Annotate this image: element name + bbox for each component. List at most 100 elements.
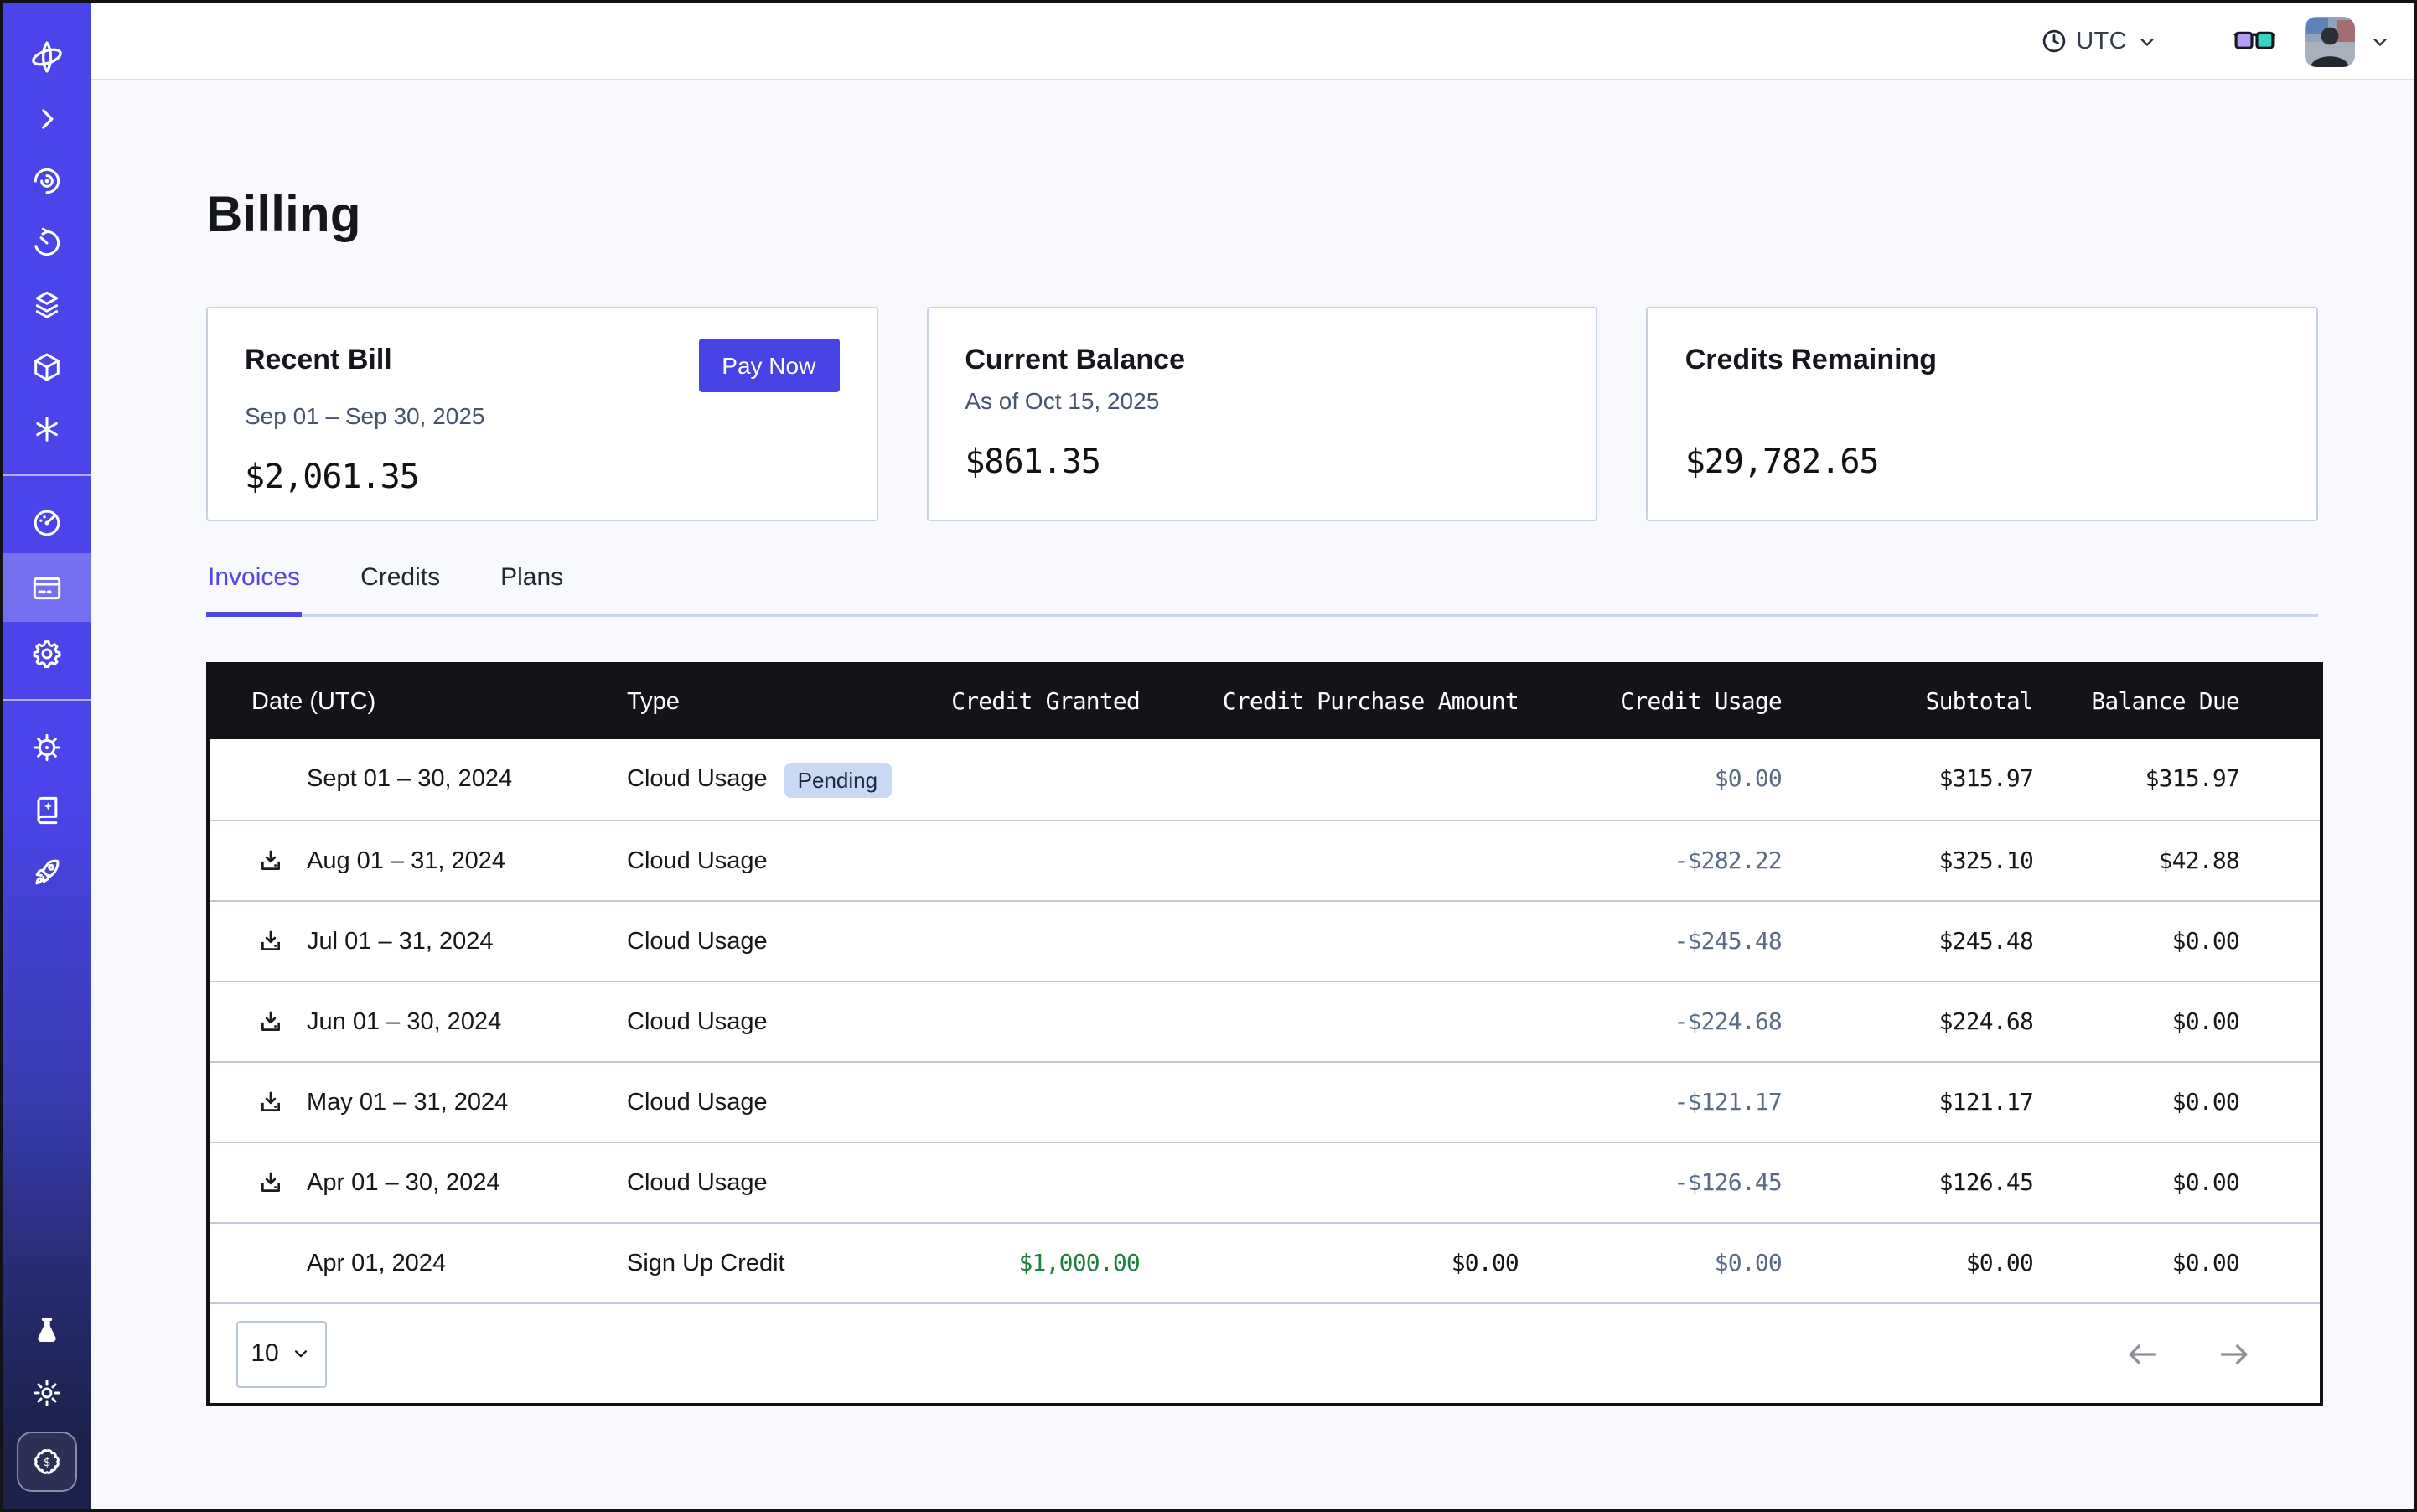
balance-due-value: $42.88 [2033, 847, 2239, 874]
chevron-down-icon[interactable] [2368, 29, 2392, 53]
page-size-select[interactable]: 10 [236, 1320, 327, 1387]
layers-icon [30, 287, 64, 321]
column-header-type: Type [627, 689, 945, 716]
subtotal-value: $325.10 [1782, 847, 2033, 874]
invoice-type-cell: Cloud Usage [627, 928, 945, 955]
chevron-right-icon [30, 101, 64, 135]
history-icon [30, 225, 64, 259]
gauge-icon [30, 505, 64, 539]
subtotal-value: $126.45 [1782, 1169, 2033, 1196]
clock-icon [2039, 27, 2068, 55]
tab-credits[interactable]: Credits [359, 563, 442, 614]
balance-due-value: $0.00 [2033, 928, 2239, 955]
column-header-subtotal: Subtotal [1782, 689, 2033, 716]
subtotal-value: $121.17 [1782, 1089, 2033, 1116]
credit-granted-value: $1,000.00 [945, 1250, 1140, 1276]
credit-usage-value: $0.00 [1519, 1250, 1782, 1276]
download-icon[interactable] [256, 1088, 285, 1116]
previous-page-button[interactable] [2124, 1335, 2161, 1372]
svg-text:$: $ [44, 1456, 51, 1469]
sidebar-item-book[interactable] [3, 778, 91, 840]
sidebar-item-history[interactable] [3, 211, 91, 273]
invoice-date: Jul 01 – 31, 2024 [307, 928, 494, 955]
subtotal-value: $224.68 [1782, 1008, 2033, 1035]
invoice-type: Cloud Usage [627, 847, 768, 874]
tab-plans[interactable]: Plans [499, 563, 565, 614]
table-row: Sept 01 – 30, 2024 Cloud UsagePending $0… [210, 739, 2320, 820]
sidebar-item-asterisk[interactable] [3, 397, 91, 459]
tab-invoices[interactable]: Invoices [206, 563, 302, 617]
column-header-balance-due: Balance Due [2033, 689, 2239, 716]
sidebar-item-cube[interactable] [3, 335, 91, 397]
invoice-date-cell: Aug 01 – 31, 2024 [210, 847, 627, 875]
sidebar-item-logo[interactable] [3, 25, 91, 87]
card-amount: $29,782.65 [1685, 441, 2280, 481]
sidebar-item-dollar-badge[interactable]: $ [17, 1432, 77, 1492]
download-icon[interactable] [256, 847, 285, 875]
sidebar-item-layers[interactable] [3, 273, 91, 335]
invoice-type: Cloud Usage [627, 928, 768, 955]
sidebar-item-helm[interactable] [3, 716, 91, 778]
glasses-icon[interactable] [2233, 27, 2276, 55]
user-avatar[interactable] [2305, 16, 2355, 66]
sidebar-item-sun[interactable] [3, 1361, 91, 1423]
invoice-type-cell: Cloud Usage [627, 1089, 945, 1116]
chevron-down-icon [291, 1343, 313, 1364]
subtotal-value: $245.48 [1782, 928, 2033, 955]
page-title: Billing [206, 188, 2318, 245]
invoice-date-cell: Apr 01, 2024 [210, 1250, 627, 1276]
download-icon[interactable] [256, 1168, 285, 1197]
sidebar-item-gear[interactable] [3, 622, 91, 684]
sidebar-item-rocket[interactable] [3, 840, 91, 902]
table-body: Sept 01 – 30, 2024 Cloud UsagePending $0… [210, 739, 2320, 1302]
sidebar-item-flask[interactable] [3, 1299, 91, 1361]
table-header: Date (UTC) Type Credit Granted Credit Pu… [210, 665, 2320, 739]
sidebar-item-billing[interactable] [3, 553, 91, 622]
logo-icon [28, 38, 65, 75]
topbar: UTC [91, 3, 2414, 80]
invoice-date-cell: Jun 01 – 30, 2024 [210, 1007, 627, 1036]
invoice-date: Apr 01, 2024 [307, 1250, 446, 1276]
invoice-type-cell: Cloud Usage [627, 847, 945, 874]
invoice-type: Cloud Usage [627, 1169, 768, 1196]
invoice-type: Cloud Usage [627, 1008, 768, 1035]
invoice-type-cell: Cloud Usage [627, 1008, 945, 1035]
sidebar-item-chevron-right[interactable] [3, 87, 91, 149]
credit-usage-value: $0.00 [1519, 766, 1782, 793]
balance-due-value: $0.00 [2033, 1169, 2239, 1196]
invoice-date-cell: May 01 – 31, 2024 [210, 1088, 627, 1116]
cube-icon [30, 350, 64, 383]
table-row: Apr 01 – 30, 2024 Cloud Usage -$126.45 $… [210, 1142, 2320, 1222]
credit-usage-value: -$224.68 [1519, 1008, 1782, 1035]
sidebar-divider [3, 699, 91, 701]
invoice-date: May 01 – 31, 2024 [307, 1089, 508, 1116]
card-title: Recent Bill [245, 340, 392, 377]
chevron-down-icon [2135, 29, 2159, 53]
credit-usage-value: -$121.17 [1519, 1089, 1782, 1116]
timezone-selector[interactable]: UTC [2039, 27, 2159, 55]
pagination-bar: 10 [210, 1302, 2320, 1403]
pay-now-button[interactable]: Pay Now [698, 339, 839, 392]
sidebar: $ [3, 3, 91, 1509]
billing-tabs: Invoices Credits Plans [206, 563, 2318, 617]
invoice-type-cell: Sign Up Credit [627, 1250, 945, 1276]
sidebar-item-gauge[interactable] [3, 491, 91, 553]
balance-due-value: $0.00 [2033, 1250, 2239, 1276]
invoice-type: Cloud Usage [627, 766, 768, 793]
page-size-value: 10 [251, 1339, 278, 1368]
sun-icon [30, 1375, 64, 1409]
gear-icon [30, 636, 64, 670]
invoice-date: Aug 01 – 31, 2024 [307, 847, 505, 874]
balance-due-value: $315.97 [2033, 766, 2239, 793]
credit-usage-value: -$282.22 [1519, 847, 1782, 874]
sidebar-item-observe[interactable] [3, 149, 91, 211]
observe-icon [30, 163, 64, 197]
sidebar-divider [3, 474, 91, 476]
card-title: Credits Remaining [1685, 340, 1937, 377]
subtotal-value: $0.00 [1782, 1250, 2033, 1276]
download-icon[interactable] [256, 927, 285, 955]
column-header-credit-purchase: Credit Purchase Amount [1140, 689, 1519, 716]
next-page-button[interactable] [2216, 1335, 2253, 1372]
download-icon[interactable] [256, 1007, 285, 1036]
billing-icon [30, 571, 64, 604]
